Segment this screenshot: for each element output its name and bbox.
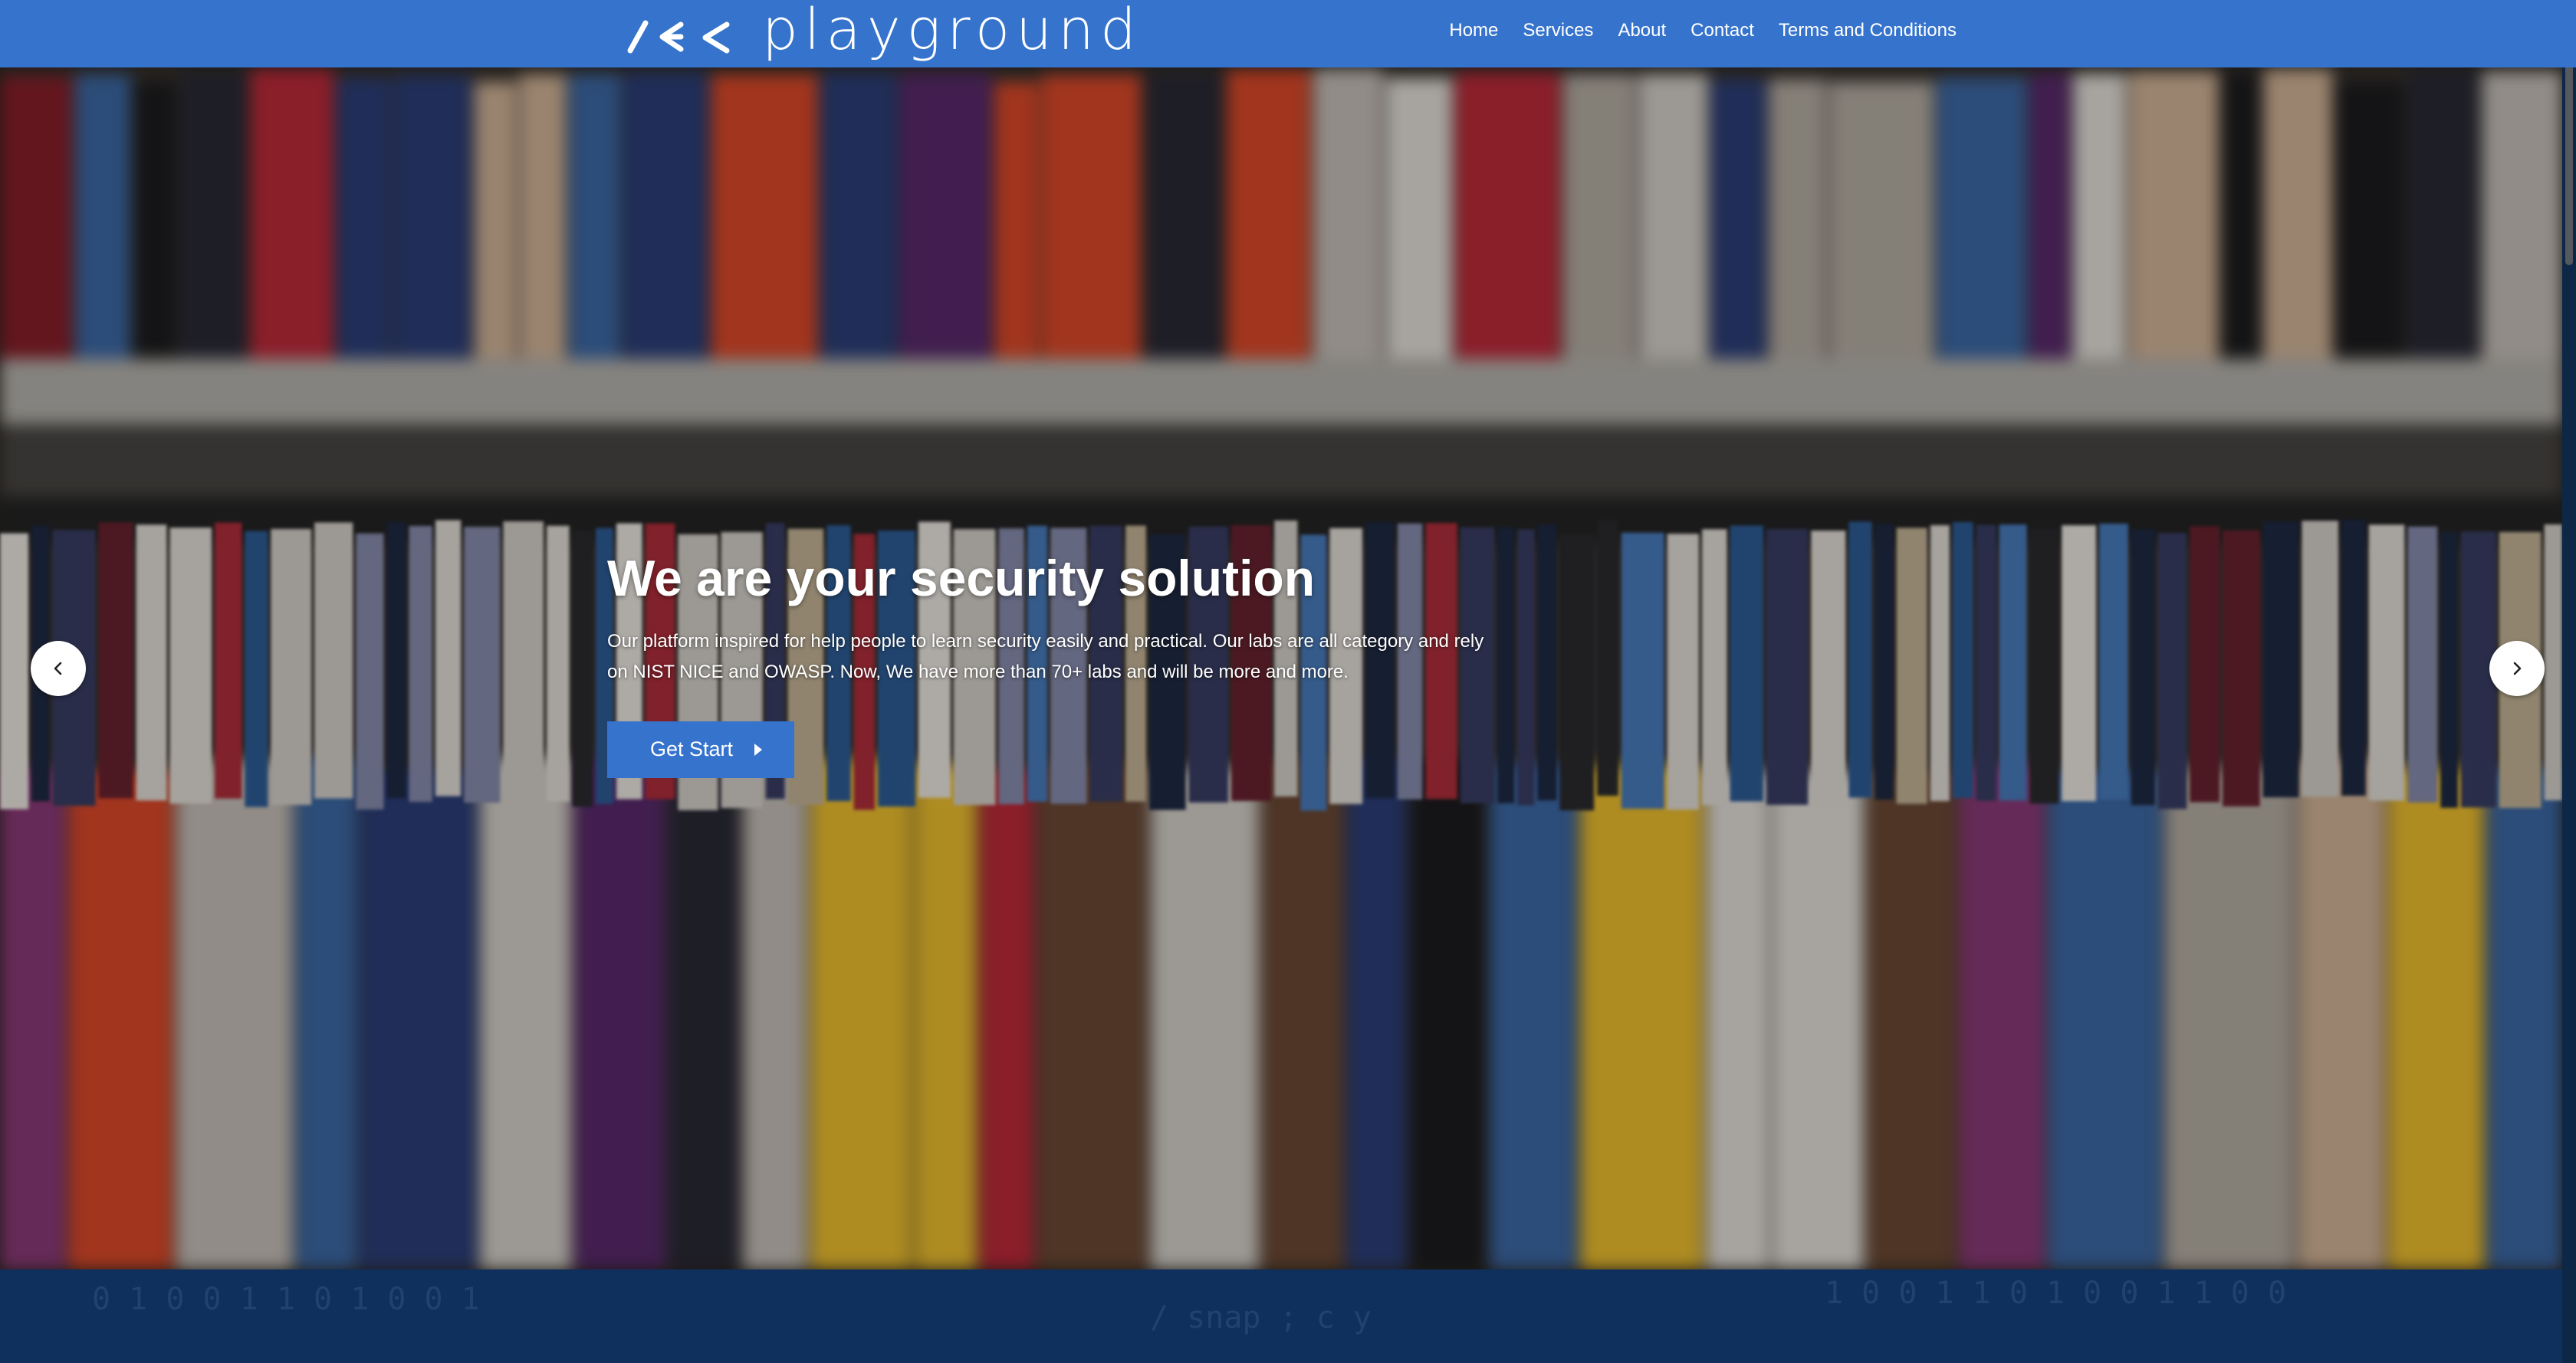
carousel-prev-button[interactable] [31,641,86,696]
brand-logo[interactable]: playground [619,0,1142,63]
hero-content: We are your security solution Our platfo… [607,550,1512,778]
hero-carousel: We are your security solution Our platfo… [0,67,2562,1269]
nav-about[interactable]: About [1618,20,1666,41]
hero-description: Our platform inspired for help people to… [607,630,1484,682]
get-start-label: Get Start [650,737,734,761]
sec-logo-icon [627,20,730,54]
nav-terms[interactable]: Terms and Conditions [1779,20,1957,41]
brand-name: playground [762,0,1142,63]
main-nav: Home Services About Contact Terms and Co… [1449,0,1957,61]
caret-right-icon [754,743,763,756]
carousel-next-button[interactable] [2489,641,2545,696]
nav-contact[interactable]: Contact [1691,20,1754,41]
hero-title: We are your security solution [607,550,1316,606]
nav-home[interactable]: Home [1449,20,1498,41]
chevron-right-icon [2513,662,2522,675]
chevron-left-icon [54,662,62,675]
code-texture: 1 0 0 1 1 0 1 0 0 1 1 0 0 [1825,1276,2287,1311]
code-texture: 0 1 0 0 1 1 0 1 0 0 1 [92,1282,480,1317]
code-texture: / snap ; c y [1150,1300,1372,1335]
get-start-button[interactable]: Get Start [607,721,795,778]
page-scrollbar[interactable] [2562,0,2576,1363]
code-banner: 0 1 0 0 1 1 0 1 0 0 1 / snap ; c y 1 0 0… [0,1269,2562,1363]
top-navbar: playground Home Services About Contact T… [0,0,2576,67]
nav-services[interactable]: Services [1523,20,1593,41]
